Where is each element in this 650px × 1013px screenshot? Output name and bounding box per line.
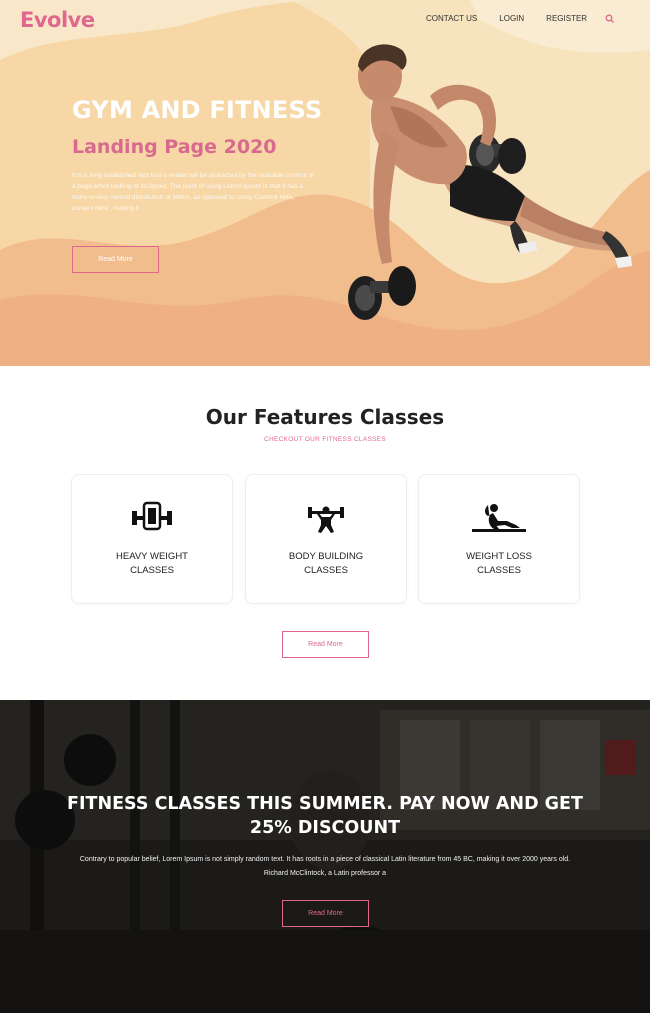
nav-login[interactable]: LOGIN	[499, 14, 524, 23]
class-card-label: BODY BUILDING CLASSES	[288, 551, 364, 576]
promo-description: Contrary to popular belief, Lorem Ipsum …	[79, 856, 571, 877]
class-card-body-building[interactable]: BODY BUILDING CLASSES	[245, 474, 407, 604]
features-subtitle: CHECKOUT OUR FITNESS CLASSES	[263, 436, 387, 443]
main-nav: CONTACT US LOGIN REGISTER	[426, 14, 587, 23]
hero-read-more-button[interactable]: Read More	[72, 246, 159, 273]
hero-subtitle: Landing Page 2020	[72, 136, 277, 158]
features-title: Our Features Classes	[205, 405, 445, 429]
class-card-heavy-weight[interactable]: HEAVY WEIGHT CLASSES	[71, 474, 233, 604]
class-card-weight-loss[interactable]: WEIGHT LOSS CLASSES	[418, 474, 580, 604]
promo-read-more-button[interactable]: Read More	[282, 900, 369, 927]
situp-icon	[472, 504, 526, 532]
hero-title: GYM AND FITNESS	[72, 96, 323, 124]
weight-plate-icon	[132, 501, 172, 531]
brand-logo[interactable]: Evolve	[20, 8, 95, 32]
athlete-pushup-image	[348, 44, 632, 320]
promo-title: FITNESS CLASSES THIS SUMMER. PAY NOW AND…	[67, 794, 583, 838]
promo-section: FITNESS CLASSES THIS SUMMER. PAY NOW AND…	[0, 700, 650, 1013]
hero-description: It is a long established fact that a rea…	[72, 172, 315, 212]
barbell-lifter-icon	[308, 506, 344, 533]
hero-section: Evolve CONTACT US LOGIN REGISTER GYM AND…	[0, 0, 650, 366]
nav-register[interactable]: REGISTER	[546, 14, 587, 23]
nav-contact-us[interactable]: CONTACT US	[426, 14, 477, 23]
search-icon[interactable]	[605, 14, 615, 24]
features-read-more-button[interactable]: Read More	[282, 631, 369, 658]
class-card-label: HEAVY WEIGHT CLASSES	[116, 551, 188, 576]
class-card-label: WEIGHT LOSS CLASSES	[466, 551, 532, 576]
